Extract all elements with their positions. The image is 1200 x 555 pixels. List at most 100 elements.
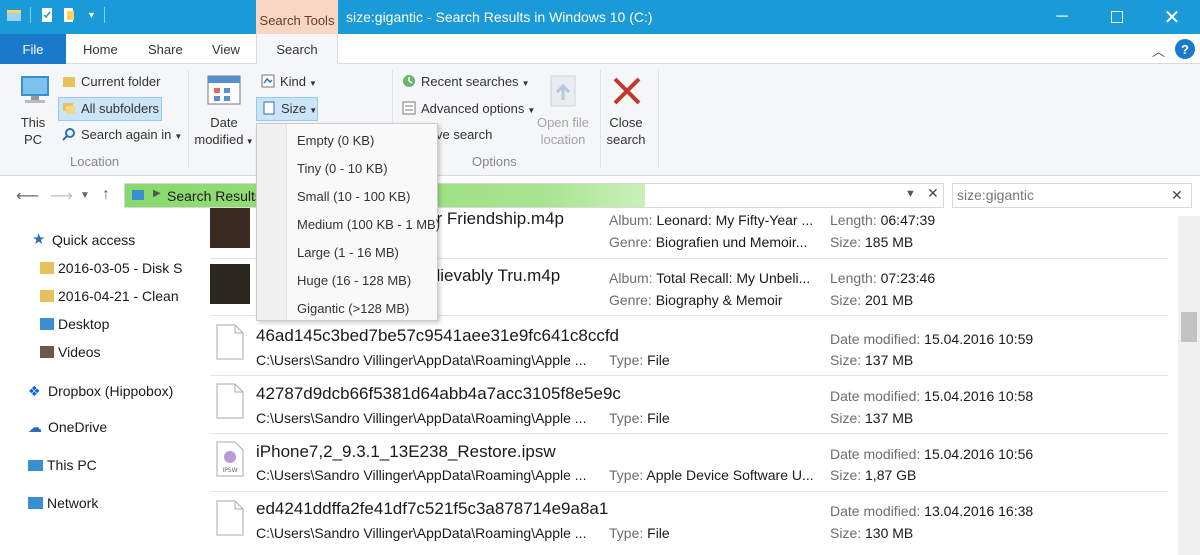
save-search-button[interactable]: ve search [436, 127, 492, 142]
size-value: 130 MB [865, 525, 914, 541]
folder-icon [40, 290, 54, 302]
file-icon[interactable] [216, 324, 244, 360]
result-size: Size: 1,87 GB [830, 467, 916, 483]
album-art-thumbnail[interactable] [210, 264, 250, 304]
tab-share[interactable]: Share [148, 42, 183, 57]
forward-arrow-icon[interactable]: ⟶ [50, 186, 73, 206]
open-file-location-button[interactable]: Open file location [534, 114, 592, 148]
minimize-icon: ─ [1056, 8, 1068, 25]
result-name[interactable]: ar Friendship.m4p [427, 209, 564, 229]
tab-file[interactable]: File [0, 34, 66, 64]
open-file-location-label: Open file location [536, 115, 590, 147]
result-name[interactable]: 42787d9dcb66f5381d64abb4a7acc3105f8e5e9c [256, 384, 621, 404]
tab-search[interactable]: Search [256, 34, 338, 65]
search-again-in-label: Search again in [81, 127, 172, 142]
nav-item-label: 2016-03-05 - Disk S [58, 260, 183, 276]
help-button[interactable]: ? [1175, 39, 1195, 59]
size-label: Size [281, 101, 307, 116]
size-option-large[interactable]: Large (1 - 16 MB) [297, 245, 399, 260]
clear-search-icon[interactable]: ✕ [1171, 187, 1183, 204]
date-modified-button[interactable]: Date modified ▼ [193, 114, 255, 150]
new-folder-icon[interactable] [61, 7, 77, 23]
search-input[interactable] [957, 187, 1157, 203]
folder-icon [40, 262, 54, 274]
vertical-scrollbar[interactable] [1178, 216, 1200, 555]
this-pc-button[interactable]: This PC [14, 114, 52, 148]
recent-searches-button[interactable]: Recent searches ▼ [402, 74, 529, 89]
length-value: 07:23:46 [880, 270, 936, 286]
date-value: 15.04.2016 10:59 [924, 331, 1034, 347]
nav-item-quick-access[interactable]: ★ Quick access [32, 227, 184, 253]
ribbon: This PC Current folder All subfolders Se… [0, 64, 1200, 176]
nav-item-clean[interactable]: 2016-04-21 - Clean [40, 283, 186, 309]
group-divider [188, 70, 189, 168]
nav-item-disk-s[interactable]: 2016-03-05 - Disk S [40, 255, 186, 281]
result-date: Date modified: 15.04.2016 10:59 [830, 331, 1033, 347]
computer-icon [21, 76, 49, 103]
result-name[interactable]: elievably Tru.m4p [427, 266, 560, 286]
advanced-options-button[interactable]: Advanced options ▼ [402, 101, 535, 116]
album-art-thumbnail[interactable] [210, 208, 250, 248]
date-value: 15.04.2016 10:58 [924, 388, 1034, 404]
file-icon[interactable] [216, 500, 244, 536]
all-subfolders-button[interactable]: All subfolders [62, 101, 159, 116]
up-arrow-icon[interactable]: ↑ [102, 186, 110, 204]
size-option-tiny[interactable]: Tiny (0 - 10 KB) [297, 161, 388, 176]
ipsw-file-icon[interactable]: IPSW [216, 441, 244, 477]
explorer-icon[interactable] [6, 7, 22, 23]
nav-item-desktop[interactable]: Desktop [40, 311, 186, 337]
nav-item-label: Network [47, 495, 99, 511]
back-arrow-icon[interactable]: ⟵ [16, 186, 39, 206]
current-folder-label: Current folder [81, 74, 161, 89]
kind-button[interactable]: Kind ▼ [261, 74, 317, 89]
genre-value: Biography & Memoir [655, 292, 783, 308]
result-path: C:\Users\Sandro Villinger\AppData\Roamin… [256, 467, 587, 483]
current-folder-button[interactable]: Current folder [62, 74, 160, 89]
result-name[interactable]: 46ad145c3bed7be57c9541aee31e9fc641c8ccfd [256, 326, 619, 346]
address-path: Search Results [167, 188, 262, 204]
address-dropdown-icon[interactable]: ▼ [905, 188, 916, 200]
result-name[interactable]: iPhone7,2_9.3.1_13E238_Restore.ipsw [256, 442, 556, 462]
search-again-in-button[interactable]: Search again in ▼ [62, 127, 182, 142]
size-option-gigantic[interactable]: Gigantic (>128 MB) [297, 301, 409, 316]
close-search-button[interactable]: Close search [603, 114, 649, 148]
dropdown-arrow-icon: ▼ [309, 106, 318, 115]
stop-search-icon[interactable]: ✕ [927, 185, 939, 202]
nav-item-this-pc[interactable]: This PC [28, 452, 186, 478]
nav-item-label: 2016-04-21 - Clean [58, 288, 179, 304]
recent-locations-icon[interactable]: ▼ [80, 190, 90, 201]
customize-toolbar-icon[interactable]: ▼ [87, 10, 96, 20]
size-option-empty[interactable]: Empty (0 KB) [297, 133, 374, 148]
size-option-small[interactable]: Small (10 - 100 KB) [297, 189, 410, 204]
scrollbar-thumb[interactable] [1181, 312, 1197, 342]
size-button[interactable]: Size ▼ [262, 101, 317, 116]
maximize-button[interactable] [1090, 0, 1144, 34]
nav-item-onedrive[interactable]: ☁ OneDrive [28, 414, 186, 440]
minimize-button[interactable]: ─ [1035, 0, 1089, 34]
computer-icon [28, 459, 43, 471]
collapse-ribbon-icon[interactable]: ︿ [1152, 41, 1165, 60]
type-key: Type: [609, 525, 648, 541]
result-path: C:\Users\Sandro Villinger\AppData\Roamin… [256, 410, 587, 426]
dropbox-icon: ❖ [28, 383, 41, 399]
properties-icon[interactable] [39, 7, 55, 23]
tab-home[interactable]: Home [83, 42, 118, 57]
tab-view[interactable]: View [212, 42, 240, 57]
desktop-icon [40, 318, 54, 330]
close-window-button[interactable]: ✕ [1145, 0, 1199, 34]
dropdown-arrow-icon: ▼ [521, 79, 530, 88]
result-type: Type: Apple Device Software U... [609, 467, 814, 483]
cloud-icon: ☁ [28, 419, 42, 435]
open-file-location-icon [550, 75, 576, 107]
result-name[interactable]: ed4241ddffa2fe41df7c521f5c3a878714e9a8a1 [256, 499, 608, 519]
date-value: 13.04.2016 16:38 [924, 503, 1034, 519]
nav-item-dropbox[interactable]: ❖ Dropbox (Hippobox) [28, 378, 186, 404]
size-option-medium[interactable]: Medium (100 KB - 1 MB) [297, 217, 440, 232]
length-value: 06:47:39 [880, 212, 936, 228]
nav-item-network[interactable]: Network [28, 490, 186, 516]
size-option-huge[interactable]: Huge (16 - 128 MB) [297, 273, 411, 288]
nav-item-videos[interactable]: Videos [40, 339, 186, 365]
search-box[interactable]: ✕ [952, 183, 1192, 208]
type-value: File [647, 410, 670, 426]
file-icon[interactable] [216, 383, 244, 419]
